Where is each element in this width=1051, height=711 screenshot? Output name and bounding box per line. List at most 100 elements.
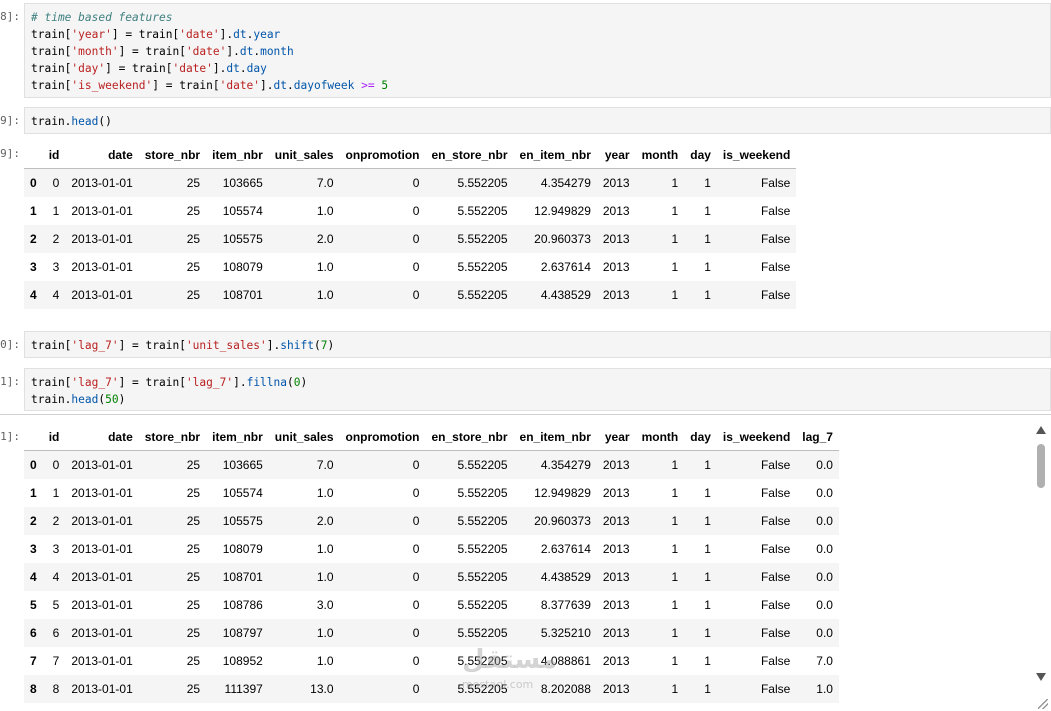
table-row: 3 3 2013-01-01 25 108079 1.0 0 5.552205 2.637614… [24, 535, 839, 563]
table-cell: 1 [704, 232, 711, 246]
table-cell: 0 [412, 232, 420, 246]
table-cell: 2013-01-01 [71, 682, 133, 696]
row-index: 2 [30, 232, 37, 246]
table-cell: 4 [52, 288, 60, 302]
output-prompt: 9]: [0, 147, 20, 160]
table-row: 5 5 2013-01-01 25 108786 3.0 0 5.552205 8.377639… [24, 591, 839, 619]
column-header: onpromotion [339, 423, 426, 451]
column-header: day [684, 423, 717, 451]
table-cell: 5 [52, 598, 60, 612]
column-header: unit_sales [268, 423, 340, 451]
column-header: store_nbr [138, 141, 207, 169]
table-cell: 2013 [602, 486, 630, 500]
column-header: unit_sales [268, 141, 340, 169]
table-cell: 103665 [222, 458, 263, 472]
cell-prompt: 9]: [0, 114, 20, 127]
table-cell: 25 [186, 204, 201, 218]
table-cell: 0 [412, 682, 420, 696]
table-cell: 25 [186, 654, 201, 668]
table-cell: 4.354279 [540, 458, 591, 472]
code-cell-head[interactable]: train.head() [24, 107, 1051, 134]
row-index: 3 [30, 542, 37, 556]
table-cell: 3 [52, 542, 60, 556]
column-header: id [42, 423, 66, 451]
table-cell: 2013-01-01 [71, 570, 133, 584]
table-cell: 1 [671, 260, 679, 274]
table-cell: 2013 [602, 626, 630, 640]
table-cell: 2013-01-01 [71, 260, 133, 274]
code-cell-fillna[interactable]: train['lag_7'] = train['lag_7'].fillna(0… [24, 368, 1051, 411]
table-cell: 103665 [222, 176, 263, 190]
column-header: item_nbr [206, 141, 269, 169]
table-cell: 2013-01-01 [71, 542, 133, 556]
table-cell: False [760, 626, 791, 640]
table-cell: 2 [52, 514, 60, 528]
column-header: year [596, 141, 636, 169]
table-cell: 1.0 [316, 570, 334, 584]
code-cell-time-features[interactable]: # time based features train['year'] = tr… [24, 3, 1051, 98]
table-cell: 1.0 [316, 542, 334, 556]
table-cell: 2013-01-01 [71, 458, 133, 472]
scroll-down-icon[interactable] [1036, 673, 1046, 681]
table-cell: 12.949829 [534, 486, 591, 500]
resize-handle-icon[interactable] [1038, 699, 1048, 709]
scroll-up-icon[interactable] [1036, 426, 1046, 434]
column-header [24, 141, 43, 169]
table-cell: 0.0 [816, 514, 833, 528]
table-cell: 5.552205 [457, 514, 508, 528]
table-cell: 5.552205 [457, 598, 508, 612]
column-header: year [596, 423, 636, 451]
table-cell: 7.0 [316, 458, 334, 472]
column-header: id [42, 141, 66, 169]
table-cell: 0 [412, 542, 420, 556]
code-cell-lag7[interactable]: train['lag_7'] = train['unit_sales'].shi… [24, 331, 1051, 358]
table-cell: 2013 [602, 458, 630, 472]
scroll-thumb[interactable] [1037, 444, 1045, 488]
table-cell: 1 [671, 654, 679, 668]
table-cell: 1 [704, 626, 711, 640]
column-header: en_item_nbr [513, 423, 597, 451]
row-index: 5 [30, 598, 37, 612]
table-row: 1 1 2013-01-01 25 105574 1.0 0 5.552205 12.94982… [24, 479, 839, 507]
table-cell: 1 [671, 570, 679, 584]
table-cell: 2013-01-01 [71, 598, 133, 612]
table-cell: False [760, 176, 791, 190]
table-cell: 2.0 [316, 514, 334, 528]
table-cell: 0 [412, 288, 420, 302]
table-cell: 2013 [602, 598, 630, 612]
column-header: date [65, 423, 139, 451]
table-cell: 0 [412, 260, 420, 274]
table-cell: 1 [704, 288, 711, 302]
table-cell: 0 [412, 514, 420, 528]
table-cell: 0 [412, 458, 420, 472]
row-index: 4 [30, 288, 37, 302]
table-cell: 8.377639 [540, 598, 591, 612]
table-cell: False [760, 598, 791, 612]
table-cell: 0.0 [816, 486, 833, 500]
table-cell: 2013-01-01 [71, 486, 133, 500]
table-cell: 108797 [222, 626, 263, 640]
table-cell: 6 [52, 626, 60, 640]
table-cell: 1 [52, 486, 60, 500]
table-cell: 2.637614 [540, 260, 591, 274]
table-cell: 1 [704, 570, 711, 584]
table-cell: 0 [52, 458, 60, 472]
row-index: 0 [30, 458, 37, 472]
table-cell: 2013-01-01 [71, 288, 133, 302]
table-cell: 5.552205 [457, 288, 508, 302]
table-cell: False [760, 260, 791, 274]
column-header: date [65, 141, 139, 169]
output-scrollbar[interactable] [1034, 422, 1048, 707]
row-index: 4 [30, 570, 37, 584]
table-cell: 25 [186, 598, 201, 612]
table-cell: 2013 [602, 288, 630, 302]
table-cell: 1.0 [316, 486, 334, 500]
table-cell: False [760, 514, 791, 528]
table-cell: 1 [671, 288, 679, 302]
table-cell: 2013 [602, 514, 630, 528]
table-cell: 1 [671, 486, 679, 500]
column-header: item_nbr [206, 423, 269, 451]
table-cell: 1.0 [316, 260, 334, 274]
table-cell: 111397 [224, 682, 263, 696]
table-cell: 7 [52, 654, 60, 668]
